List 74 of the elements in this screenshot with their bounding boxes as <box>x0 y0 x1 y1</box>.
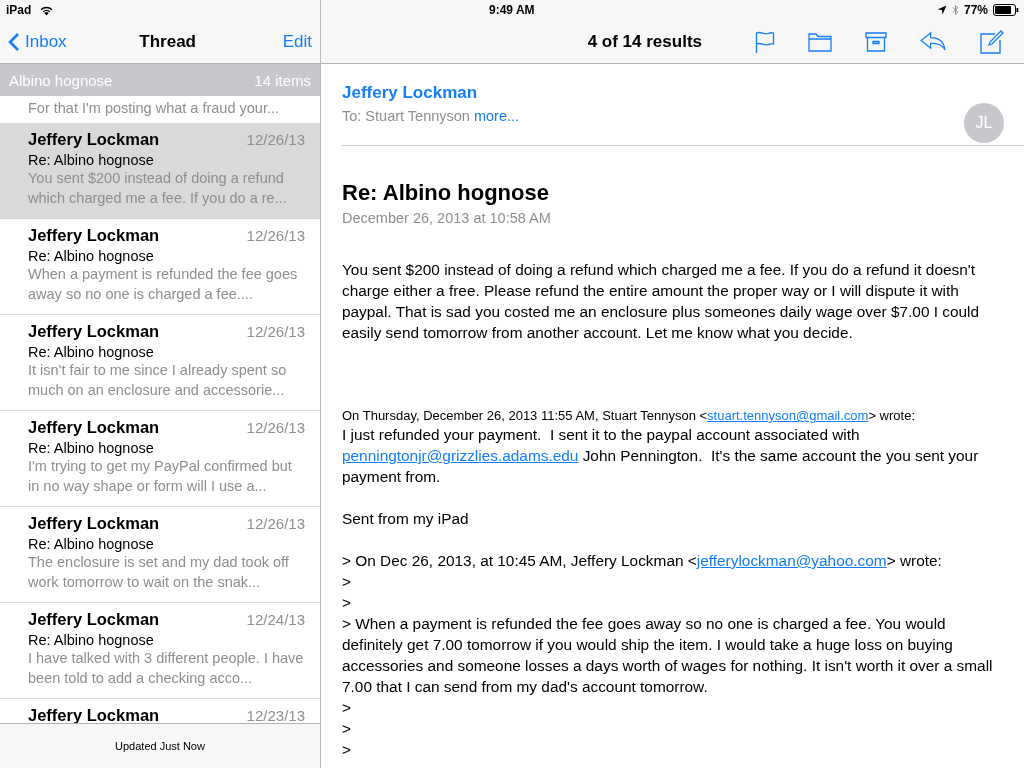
message-row[interactable]: Jeffery Lockman 12/24/13 Re: Albino hognose I have talked with 3 different people. I have been told to add a checking acco... <box>0 603 320 699</box>
message-date: December 26, 2013 at 10:58 AM <box>342 210 552 226</box>
message-row[interactable]: Jeffery Lockman 12/26/13 Re: Albino hognose When a payment is refunded the fee goes away so no one is charged a fee.... <box>0 219 320 315</box>
message-preview: It isn't fair to me since I already spent so much on an enclosure and accessorie... <box>28 361 288 400</box>
wifi-icon <box>39 4 55 16</box>
flag-icon[interactable] <box>755 30 775 53</box>
message-date: 12/26/13 <box>246 131 305 148</box>
thread-subject: Albino hognose <box>9 71 113 89</box>
message-subject: Re: Albino hognose <box>28 440 155 456</box>
message-row[interactable]: Jeffery Lockman 12/26/13 Re: Albino hognose I'm trying to get my PayPal confirmed but in no way shape or form will I use a... <box>0 411 320 507</box>
sender-name[interactable]: Jeffery Lockman <box>342 83 478 103</box>
sender-name: Jeffery Lockman <box>28 514 160 533</box>
message-subject: Re: Albino hognose <box>342 180 550 206</box>
message-preview: For that I'm posting what a fraud your... <box>28 99 280 118</box>
message-row[interactable]: For that I'm posting what a fraud your... <box>0 96 320 123</box>
item-count: 14 items <box>254 71 311 89</box>
folder-icon[interactable] <box>808 31 832 52</box>
message-preview: I have talked with 3 different people. I have been told to add a checking acco... <box>28 649 305 688</box>
update-status: Updated Just Now <box>115 740 205 752</box>
location-arrow-icon <box>936 5 947 15</box>
edit-button[interactable]: Edit <box>282 31 312 52</box>
sender-name: Jeffery Lockman <box>28 418 160 437</box>
message-preview: The enclosure is set and my dad took off work tomorrow to wait on the snak... <box>28 553 290 592</box>
sender-name: Jeffery Lockman <box>28 226 160 245</box>
body-paragraph: I just refunded your payment. I sent it to the paypal account associated with penningtonjr@grizzlies.adams.edu John Pennington. It's the same account the you sent your payment from. <box>342 425 980 487</box>
body-paragraph: You sent $200 instead of doing a refund which charged me a fee. If you do a refund it doesn't charge either a free. Please refund the entire amount the proper way or I will dispute it with paypal. That is sad you costed me an enclosure plus someones daily wage over $7.00 I could easily send tomorrow from another account. Let me know what you decide. <box>342 260 981 343</box>
body-paragraph: > <box>342 698 352 718</box>
battery-icon <box>993 4 1019 16</box>
email-link[interactable]: stuart.tennyson@gmail.com <box>707 408 869 423</box>
email-link[interactable]: jefferylockman@yahoo.com <box>696 552 887 569</box>
body-paragraph: > <box>342 572 352 592</box>
chevron-left-icon <box>8 31 20 52</box>
body-paragraph: > On Dec 26, 2013, at 10:45 AM, Jeffery Lockman <jefferylockman@yahoo.com> wrote: <box>342 551 943 571</box>
sender-name: Jeffery Lockman <box>28 130 160 149</box>
message-subject: Re: Albino hognose <box>28 632 155 648</box>
body-paragraph: Sent from my iPad <box>342 509 470 529</box>
recipient-line: To: Stuart Tennyson <box>342 108 470 124</box>
sender-name: Jeffery Lockman <box>28 322 160 341</box>
more-link[interactable]: more... <box>473 108 520 124</box>
message-date: 12/24/13 <box>246 611 305 628</box>
email-link[interactable]: penningtonjr@grizzlies.adams.edu <box>342 447 579 464</box>
avatar: JL <box>964 103 1004 143</box>
battery-percent: 77% <box>963 3 988 17</box>
back-label: Inbox <box>25 31 67 52</box>
nav-title: Thread <box>139 31 196 52</box>
message-date: 12/26/13 <box>246 419 305 436</box>
body-paragraph: > <box>342 719 352 739</box>
archive-box-icon[interactable] <box>865 31 887 52</box>
bluetooth-icon <box>951 4 959 16</box>
message-preview: I'm trying to get my PayPal confirmed but in no way shape or form will I use a... <box>28 457 293 496</box>
result-count: 4 of 14 results <box>587 31 702 52</box>
message-date: 12/26/13 <box>246 515 305 532</box>
message-subject: Re: Albino hognose <box>28 152 155 168</box>
sender-name: Jeffery Lockman <box>28 610 160 629</box>
message-subject: Re: Albino hognose <box>28 248 155 264</box>
status-time: 9:49 AM <box>489 3 535 17</box>
message-preview: You sent $200 instead of doing a refund which charged me a fee. If you do a re... <box>28 169 288 208</box>
message-row[interactable]: Jeffery Lockman 12/26/13 Re: Albino hognose You sent $200 instead of doing a refund which charged me a fee. If you do a re... <box>0 123 320 219</box>
compose-icon[interactable] <box>980 29 1004 54</box>
body-paragraph: > <box>342 593 352 613</box>
back-button[interactable]: Inbox <box>8 31 67 52</box>
message-subject: Re: Albino hognose <box>28 536 155 552</box>
message-row[interactable]: Jeffery Lockman 12/26/13 Re: Albino hognose The enclosure is set and my dad took off work tomorrow to wait on the snak... <box>0 507 320 603</box>
device-name: iPad <box>6 3 32 17</box>
message-subject: Re: Albino hognose <box>28 344 155 360</box>
body-paragraph: > <box>342 740 352 760</box>
message-preview: When a payment is refunded the fee goes away so no one is charged a fee.... <box>28 265 299 304</box>
quote-attribution: On Thursday, December 26, 2013 11:55 AM, Stuart Tennyson <stuart.tennyson@gmail.com> wrote: <box>342 408 916 424</box>
body-paragraph: > When a payment is refunded the fee goes away so no one is charged a fee. You would definitely get 7.00 tomorrow if you would ship the item. I would take a huge loss on buying accessories and someone losses a days worth of wages for nothing. It isn't worth it over a small 7.00 that I can send from my dad's account tomorrow. <box>342 614 994 697</box>
message-date: 12/26/13 <box>246 227 305 244</box>
reply-icon[interactable] <box>920 31 947 52</box>
message-row[interactable]: Jeffery Lockman 12/26/13 Re: Albino hognose It isn't fair to me since I already spent so much on an enclosure and accessorie... <box>0 315 320 411</box>
message-date: 12/23/13 <box>246 707 305 723</box>
message-date: 12/26/13 <box>246 323 305 340</box>
